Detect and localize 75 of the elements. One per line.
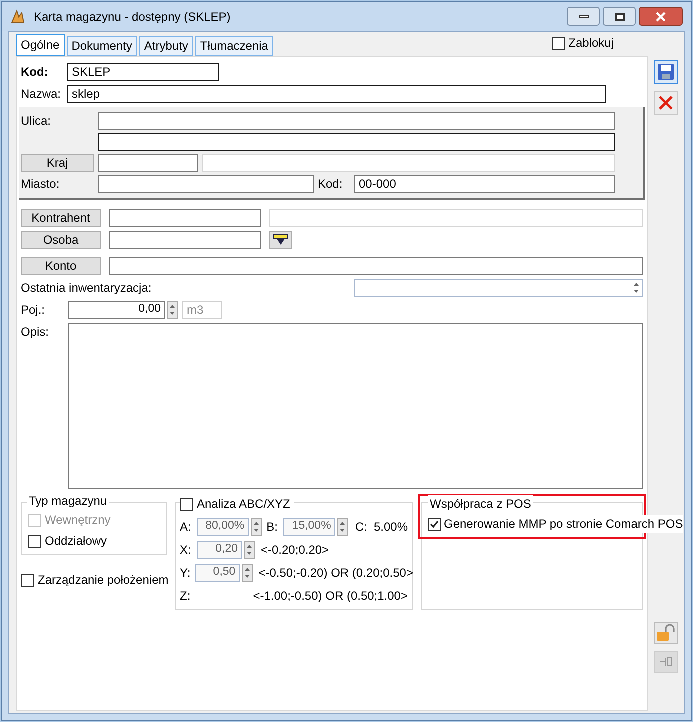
app-icon [10,8,26,24]
description-field[interactable] [68,323,643,489]
field-label: <-0.50;-0.20) OR (0.20;0.50> [258,565,414,582]
pin-icon [658,655,674,669]
input-field[interactable]: sklep [67,85,606,103]
field-label: X: [180,542,192,559]
dropdown-button[interactable] [269,231,292,249]
field-label: C: [354,519,368,536]
checkbox[interactable] [180,498,193,510]
form-button[interactable]: Kontrahent [21,209,101,227]
group-title: Współpraca z POS [428,495,534,513]
number-field[interactable]: 15,00% [283,518,336,536]
field-label: Poj.: [21,302,46,319]
date-field[interactable] [354,279,643,297]
tab[interactable]: Dokumenty [66,36,138,56]
spinner-icon[interactable] [244,541,255,559]
checkbox[interactable] [28,534,41,548]
field-label: <-0.20;0.20> [260,542,330,559]
checkbox[interactable] [428,518,441,530]
maximize-button[interactable] [603,7,636,26]
field-label: B: [266,519,279,536]
field-label: Oddziałowy [45,533,108,550]
input-field[interactable] [98,154,198,172]
field-label: Z: [180,588,192,605]
tab[interactable]: Ogólne [16,34,65,56]
lock-button[interactable] [654,622,678,644]
checkbox[interactable] [552,36,565,50]
input-field[interactable] [98,112,615,130]
field-label: Zarządzanie położeniem [38,572,169,589]
field-label: Opis: [21,324,50,341]
field-label: Y: [180,565,191,582]
field-label: Miasto: [21,176,61,193]
cancel-button[interactable] [654,91,678,115]
form-button[interactable]: Kraj [21,154,94,172]
field-label: Nazwa: [21,86,62,103]
number-field[interactable]: 0,00 [68,301,165,319]
field-label: Ulica: [21,113,52,130]
field-label: Zablokuj [568,35,614,52]
spinner-icon[interactable] [250,518,262,536]
minimize-button[interactable] [567,7,600,26]
padlock-icon [656,624,676,642]
spinner-icon[interactable] [242,564,253,582]
field-label: Wewnętrzny [45,512,111,529]
spinner-icon[interactable] [337,518,348,536]
field-label: <-1.00;-0.50) OR (0.50;1.00> [252,588,408,605]
window-title: Karta magazynu - dostępny (SKLEP) [34,8,231,26]
field-label: Ostatnia inwentaryzacja: [21,280,153,297]
close-button[interactable] [639,7,683,26]
form-button[interactable]: Konto [21,257,101,275]
number-field[interactable]: 0,20 [197,541,242,559]
field-label: Generowanie MMP po stronie Comarch POS [444,515,684,533]
input-field[interactable]: SKLEP [67,63,219,81]
unit-field: m3 [182,301,222,319]
number-field[interactable]: 80,00% [196,518,249,536]
field-label: Kod: [21,64,50,81]
field-label: Analiza ABC/XYZ [197,496,290,513]
input-field[interactable]: 00-000 [354,175,615,193]
input-field[interactable] [109,209,261,227]
field-label: 5.00% [372,519,408,536]
checkbox[interactable] [21,574,34,586]
tab[interactable]: Tłumaczenia [195,36,274,56]
save-button[interactable] [654,60,678,84]
number-field[interactable]: 0,50 [194,564,240,582]
group-title: Typ magazynu [27,495,110,507]
close-icon [658,95,674,111]
close-icon [655,12,667,22]
field-label: A: [180,519,192,536]
spinner-icon[interactable] [167,301,178,319]
input-field[interactable] [109,257,643,275]
input-field[interactable] [98,133,615,151]
form-button[interactable]: Osoba [21,231,101,249]
input-field[interactable] [98,175,314,193]
input-field[interactable] [109,231,261,249]
field-label: Kod: [317,176,344,193]
tab[interactable]: Atrybuty [139,36,194,56]
